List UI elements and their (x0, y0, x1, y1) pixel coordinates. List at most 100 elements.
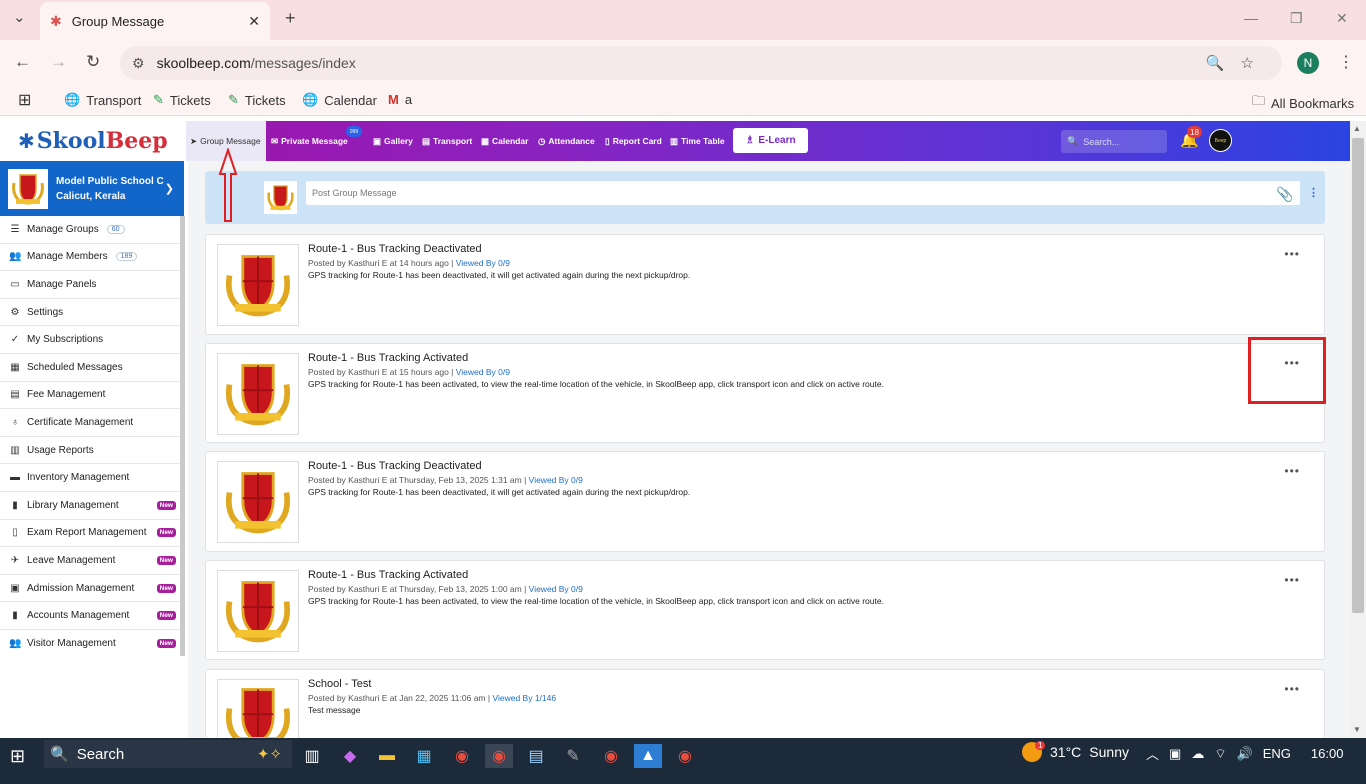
post-group-message-input[interactable]: Post Group Message (306, 181, 1300, 205)
sidebar-item-library-management[interactable]: ▮ Library Management New (0, 492, 180, 520)
sidebar-item-visitor-management[interactable]: 👥 Visitor Management New (0, 630, 180, 656)
file-explorer-icon[interactable]: ▬ (373, 744, 401, 768)
new-tab-icon[interactable]: + (285, 8, 296, 29)
viewed-by-link[interactable]: Viewed By 0/9 (456, 367, 510, 377)
meet-icon[interactable]: ▣ (1169, 746, 1181, 762)
cloud-icon[interactable]: ☁ (1191, 746, 1204, 762)
zoom-bookmark-icons[interactable]: 🔍☆ (1206, 54, 1270, 72)
close-window-icon[interactable]: ✕ (1336, 10, 1348, 27)
scroll-down-icon[interactable]: ▼ (1353, 725, 1361, 734)
chrome-profile-icon[interactable]: ◉ (597, 744, 625, 768)
notepad-icon[interactable]: ▤ (522, 744, 550, 768)
chrome-menu-icon[interactable]: ⋮ (1338, 52, 1354, 72)
weather-widget[interactable]: 1 31°C Sunny (1022, 741, 1129, 762)
restore-icon[interactable]: ❐ (1290, 10, 1303, 27)
reload-icon[interactable]: ↻ (86, 52, 100, 72)
forward-icon[interactable]: → (50, 52, 67, 72)
browser-tab[interactable]: ✱ Group Message ✕ (40, 2, 270, 40)
viewed-by-link[interactable]: Viewed By 1/146 (492, 693, 556, 703)
message-card[interactable]: Route-1 - Bus Tracking Activated Posted … (205, 343, 1325, 443)
sidebar-scrollbar[interactable] (180, 216, 185, 656)
nav-calendar[interactable]: ▦ Calendar (481, 121, 528, 161)
e-learn-button[interactable]: ♗ E-Learn (733, 128, 808, 153)
app-search-input[interactable]: 🔍 Search... (1061, 130, 1167, 153)
nav-private-message[interactable]: ✉ Private Message (271, 121, 348, 161)
sidebar-item-fee-management[interactable]: ▤ Fee Management (0, 382, 180, 410)
chrome-profile-2-icon[interactable]: ◉ (671, 744, 699, 768)
sidebar-item-usage-reports[interactable]: ▥ Usage Reports (0, 437, 180, 465)
paint-icon[interactable]: ✎ (559, 744, 587, 768)
url-path: /messages/index (250, 55, 356, 71)
nav-report-card[interactable]: ▯ Report Card (605, 121, 662, 161)
bookmark-tickets-1[interactable]: ✎ Tickets (153, 92, 211, 108)
message-card[interactable]: Route-1 - Bus Tracking Deactivated Poste… (205, 451, 1325, 552)
bookmark-tickets-2[interactable]: ✎ Tickets (228, 92, 286, 108)
more-options-icon[interactable]: ••• (1284, 573, 1300, 587)
sidebar-item-my-subscriptions[interactable]: ✓ My Subscriptions (0, 326, 180, 354)
bookmark-transport[interactable]: 🌐 Transport (64, 92, 141, 108)
nav-time-table[interactable]: ▥ Time Table (670, 121, 725, 161)
weather-condition: Sunny (1089, 744, 1129, 760)
store-icon[interactable]: ▦ (410, 744, 438, 768)
copilot-icon[interactable]: ◆ (336, 744, 364, 768)
wifi-icon[interactable]: ⌔ (1214, 746, 1226, 762)
apps-grid-icon[interactable]: ⊞ (18, 90, 31, 110)
scroll-up-icon[interactable]: ▲ (1353, 124, 1361, 133)
sidebar-item-manage-groups[interactable]: ☰ Manage Groups 60 (0, 216, 180, 244)
volume-icon[interactable]: 🔊 (1237, 746, 1253, 762)
close-tab-icon[interactable]: ✕ (248, 13, 260, 30)
chevron-up-icon[interactable]: ︿ (1146, 744, 1159, 763)
sidebar-item-exam-report-management[interactable]: ▯ Exam Report Management New (0, 520, 180, 548)
school-selector[interactable]: Model Public School C Calicut, Kerala ❯ (0, 161, 184, 216)
tab-search-chevron-icon[interactable]: ⌄ (13, 8, 26, 26)
skoolbeep-logo[interactable]: ✱ SkoolBeep (0, 121, 186, 161)
taskbar-search[interactable]: 🔍 Search ✦✧ (44, 740, 292, 768)
chrome-icon[interactable]: ◉ (448, 744, 476, 768)
windows-start-icon[interactable]: ⊞ (10, 746, 25, 767)
sidebar-item-inventory-management[interactable]: ▬ Inventory Management (0, 464, 180, 492)
photos-icon[interactable]: ▲ (634, 744, 662, 768)
minimize-icon[interactable]: — (1244, 10, 1258, 26)
more-options-icon[interactable]: ••• (1284, 682, 1300, 696)
all-bookmarks[interactable]: 🗀 All Bookmarks (1252, 92, 1354, 114)
message-card[interactable]: School - Test Posted by Kasthuri E at Ja… (205, 669, 1325, 739)
message-card[interactable]: Route-1 - Bus Tracking Activated Posted … (205, 560, 1325, 660)
sidebar-item-certificate-management[interactable]: ♁ Certificate Management (0, 409, 180, 437)
nav-attendance[interactable]: ◷ Attendance (538, 121, 595, 161)
sidebar-item-manage-panels[interactable]: ▭ Manage Panels (0, 271, 180, 299)
sidebar-item-scheduled-messages[interactable]: ▦ Scheduled Messages (0, 354, 180, 382)
site-info-icon[interactable]: ⚙ (132, 55, 145, 72)
chrome-active-icon[interactable]: ◉ (485, 744, 513, 768)
message-title: School - Test (308, 678, 372, 690)
bookmark-calendar[interactable]: 🌐 Calendar (302, 92, 377, 108)
viewed-by-link[interactable]: Viewed By 0/9 (529, 584, 583, 594)
clock[interactable]: 16:00 (1311, 746, 1344, 761)
language-indicator[interactable]: ENG (1263, 746, 1291, 761)
task-view-icon[interactable]: ▥ (298, 744, 326, 768)
message-body: GPS tracking for Route-1 has been activa… (308, 596, 884, 606)
red-arrow-annotation-icon (218, 148, 238, 222)
sidebar-item-settings[interactable]: ⚙ Settings (0, 299, 180, 327)
more-options-icon[interactable]: ••• (1284, 464, 1300, 478)
message-card[interactable]: Route-1 - Bus Tracking Deactivated Poste… (205, 234, 1325, 335)
school-location: Calicut, Kerala (56, 190, 126, 202)
sidebar-item-accounts-management[interactable]: ▮ Accounts Management New (0, 602, 180, 630)
bookmark-gmail[interactable]: Ma (388, 92, 412, 107)
viewed-by-link[interactable]: Viewed By 0/9 (529, 475, 583, 485)
page-scrollbar-thumb[interactable] (1352, 138, 1364, 613)
nav-transport[interactable]: ▤ Transport (422, 121, 472, 161)
attach-paperclip-icon[interactable]: 📎 (1276, 186, 1293, 203)
nav-gallery[interactable]: ▣ Gallery (373, 121, 413, 161)
viewed-by-link[interactable]: Viewed By 0/9 (456, 258, 510, 268)
sidebar-item-admission-management[interactable]: ▣ Admission Management New (0, 575, 180, 603)
exam-icon: ▯ (12, 527, 18, 539)
profile-avatar[interactable]: N (1297, 52, 1319, 74)
sidebar-item-leave-management[interactable]: ✈ Leave Management New (0, 547, 180, 575)
back-icon[interactable]: ← (14, 52, 31, 72)
user-avatar[interactable]: Beep (1209, 129, 1232, 152)
address-bar[interactable]: ⚙ skoolbeep.com/messages/index 🔍☆ (120, 46, 1282, 80)
post-options-icon[interactable]: ⋮ (1308, 186, 1319, 199)
sidebar-item-manage-members[interactable]: 👥 Manage Members 189 (0, 244, 180, 272)
private-message-badge: 999 (346, 126, 362, 137)
more-options-icon[interactable]: ••• (1284, 247, 1300, 261)
